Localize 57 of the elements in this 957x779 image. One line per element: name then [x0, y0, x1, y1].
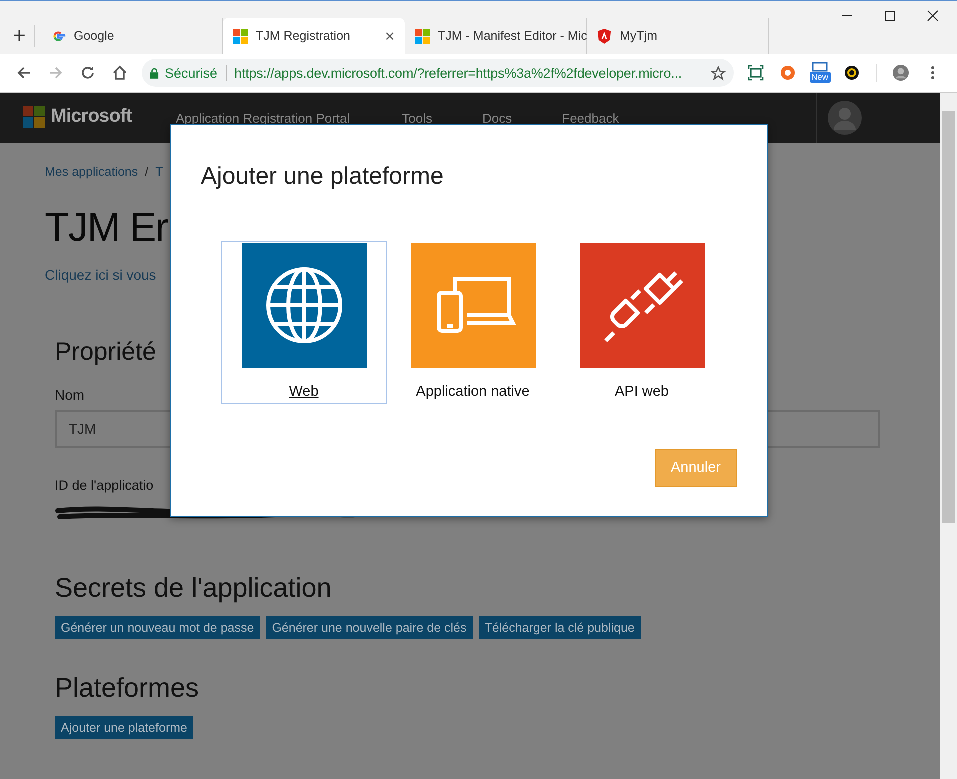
tab-title: TJM - Manifest Editor - Mic	[438, 29, 588, 43]
action-button[interactable]: Télécharger la clé publique	[478, 616, 641, 639]
star-icon[interactable]	[711, 66, 726, 80]
breadcrumb-link[interactable]: Mes applications	[45, 165, 138, 179]
nav-link[interactable]: Application Registration Portal	[176, 111, 350, 126]
nav-link[interactable]: Tools	[402, 111, 433, 126]
color-wheel-icon[interactable]	[844, 65, 860, 81]
window-icon	[812, 62, 828, 72]
shield-a-icon	[597, 28, 612, 44]
section-heading: Plateformes	[55, 672, 200, 705]
tab-title: MyTjm	[620, 29, 658, 43]
platform-option[interactable]: Application native	[390, 241, 556, 404]
field-label: Nom	[55, 387, 85, 403]
address-bar[interactable]: Sécurisé https://apps.dev.microsoft.com/?referrer=https%3a%2f%2fdeveloper.micro...	[142, 59, 734, 87]
tab-title: TJM Registration	[256, 29, 352, 43]
option-label: Application native	[416, 384, 530, 400]
home-icon[interactable]	[112, 65, 128, 81]
breadcrumb-current: T	[156, 165, 164, 179]
breadcrumb-separator: /	[145, 165, 149, 179]
new-tab-button[interactable]: +	[5, 25, 35, 47]
microsoft-squares-icon	[233, 28, 248, 44]
close-icon[interactable]	[927, 10, 939, 22]
option-label: Web	[289, 384, 319, 400]
tab-title: Google	[74, 29, 116, 43]
extension-icon[interactable]: New	[810, 62, 830, 84]
lock-icon	[150, 68, 159, 78]
app-title: TJM Er	[45, 205, 168, 251]
scrollbar[interactable]	[940, 93, 957, 779]
add-platform-button[interactable]: Ajouter une plateforme	[55, 716, 194, 739]
maximize-icon[interactable]	[884, 10, 896, 22]
browser-tab[interactable]: TJM Registration ×	[223, 18, 405, 54]
dialog-title: Ajouter une plateforme	[201, 163, 445, 191]
four-squares-logo-icon	[23, 106, 45, 128]
action-button[interactable]: Générer un nouveau mot de passe	[55, 616, 260, 639]
profile-avatar-icon[interactable]	[893, 65, 909, 81]
google-g-icon	[51, 28, 66, 44]
lifebuoy-icon[interactable]	[780, 65, 796, 81]
url-text: https://apps.dev.microsoft.com/?referrer=https%3a%2f%2fdeveloper.micro...	[234, 66, 684, 80]
help-link[interactable]: Cliquez ici si vous	[45, 267, 156, 283]
platform-option[interactable]: Web	[221, 241, 387, 404]
tab-close-button[interactable]: ×	[385, 28, 395, 44]
screen-capture-icon[interactable]	[748, 65, 764, 81]
brand-name: Microsoft	[51, 106, 132, 128]
platform-option[interactable]: API web	[559, 241, 725, 404]
security-label: Sécurisé	[165, 66, 218, 80]
section-heading: Propriété	[55, 337, 156, 368]
nav-link[interactable]: Docs	[482, 111, 512, 126]
nav-link[interactable]: Feedback	[562, 111, 620, 126]
scrollbar-thumb[interactable]	[942, 111, 955, 523]
option-label: API web	[615, 384, 669, 400]
microsoft-squares-icon	[415, 28, 430, 44]
new-badge: New	[810, 72, 831, 83]
action-button[interactable]: Générer une nouvelle paire de clés	[266, 616, 473, 639]
section-heading: Secrets de l'application	[55, 572, 332, 605]
back-arrow-icon[interactable]	[16, 65, 32, 81]
reload-icon[interactable]	[80, 65, 96, 81]
field-label: ID de l'applicatio	[55, 478, 154, 493]
